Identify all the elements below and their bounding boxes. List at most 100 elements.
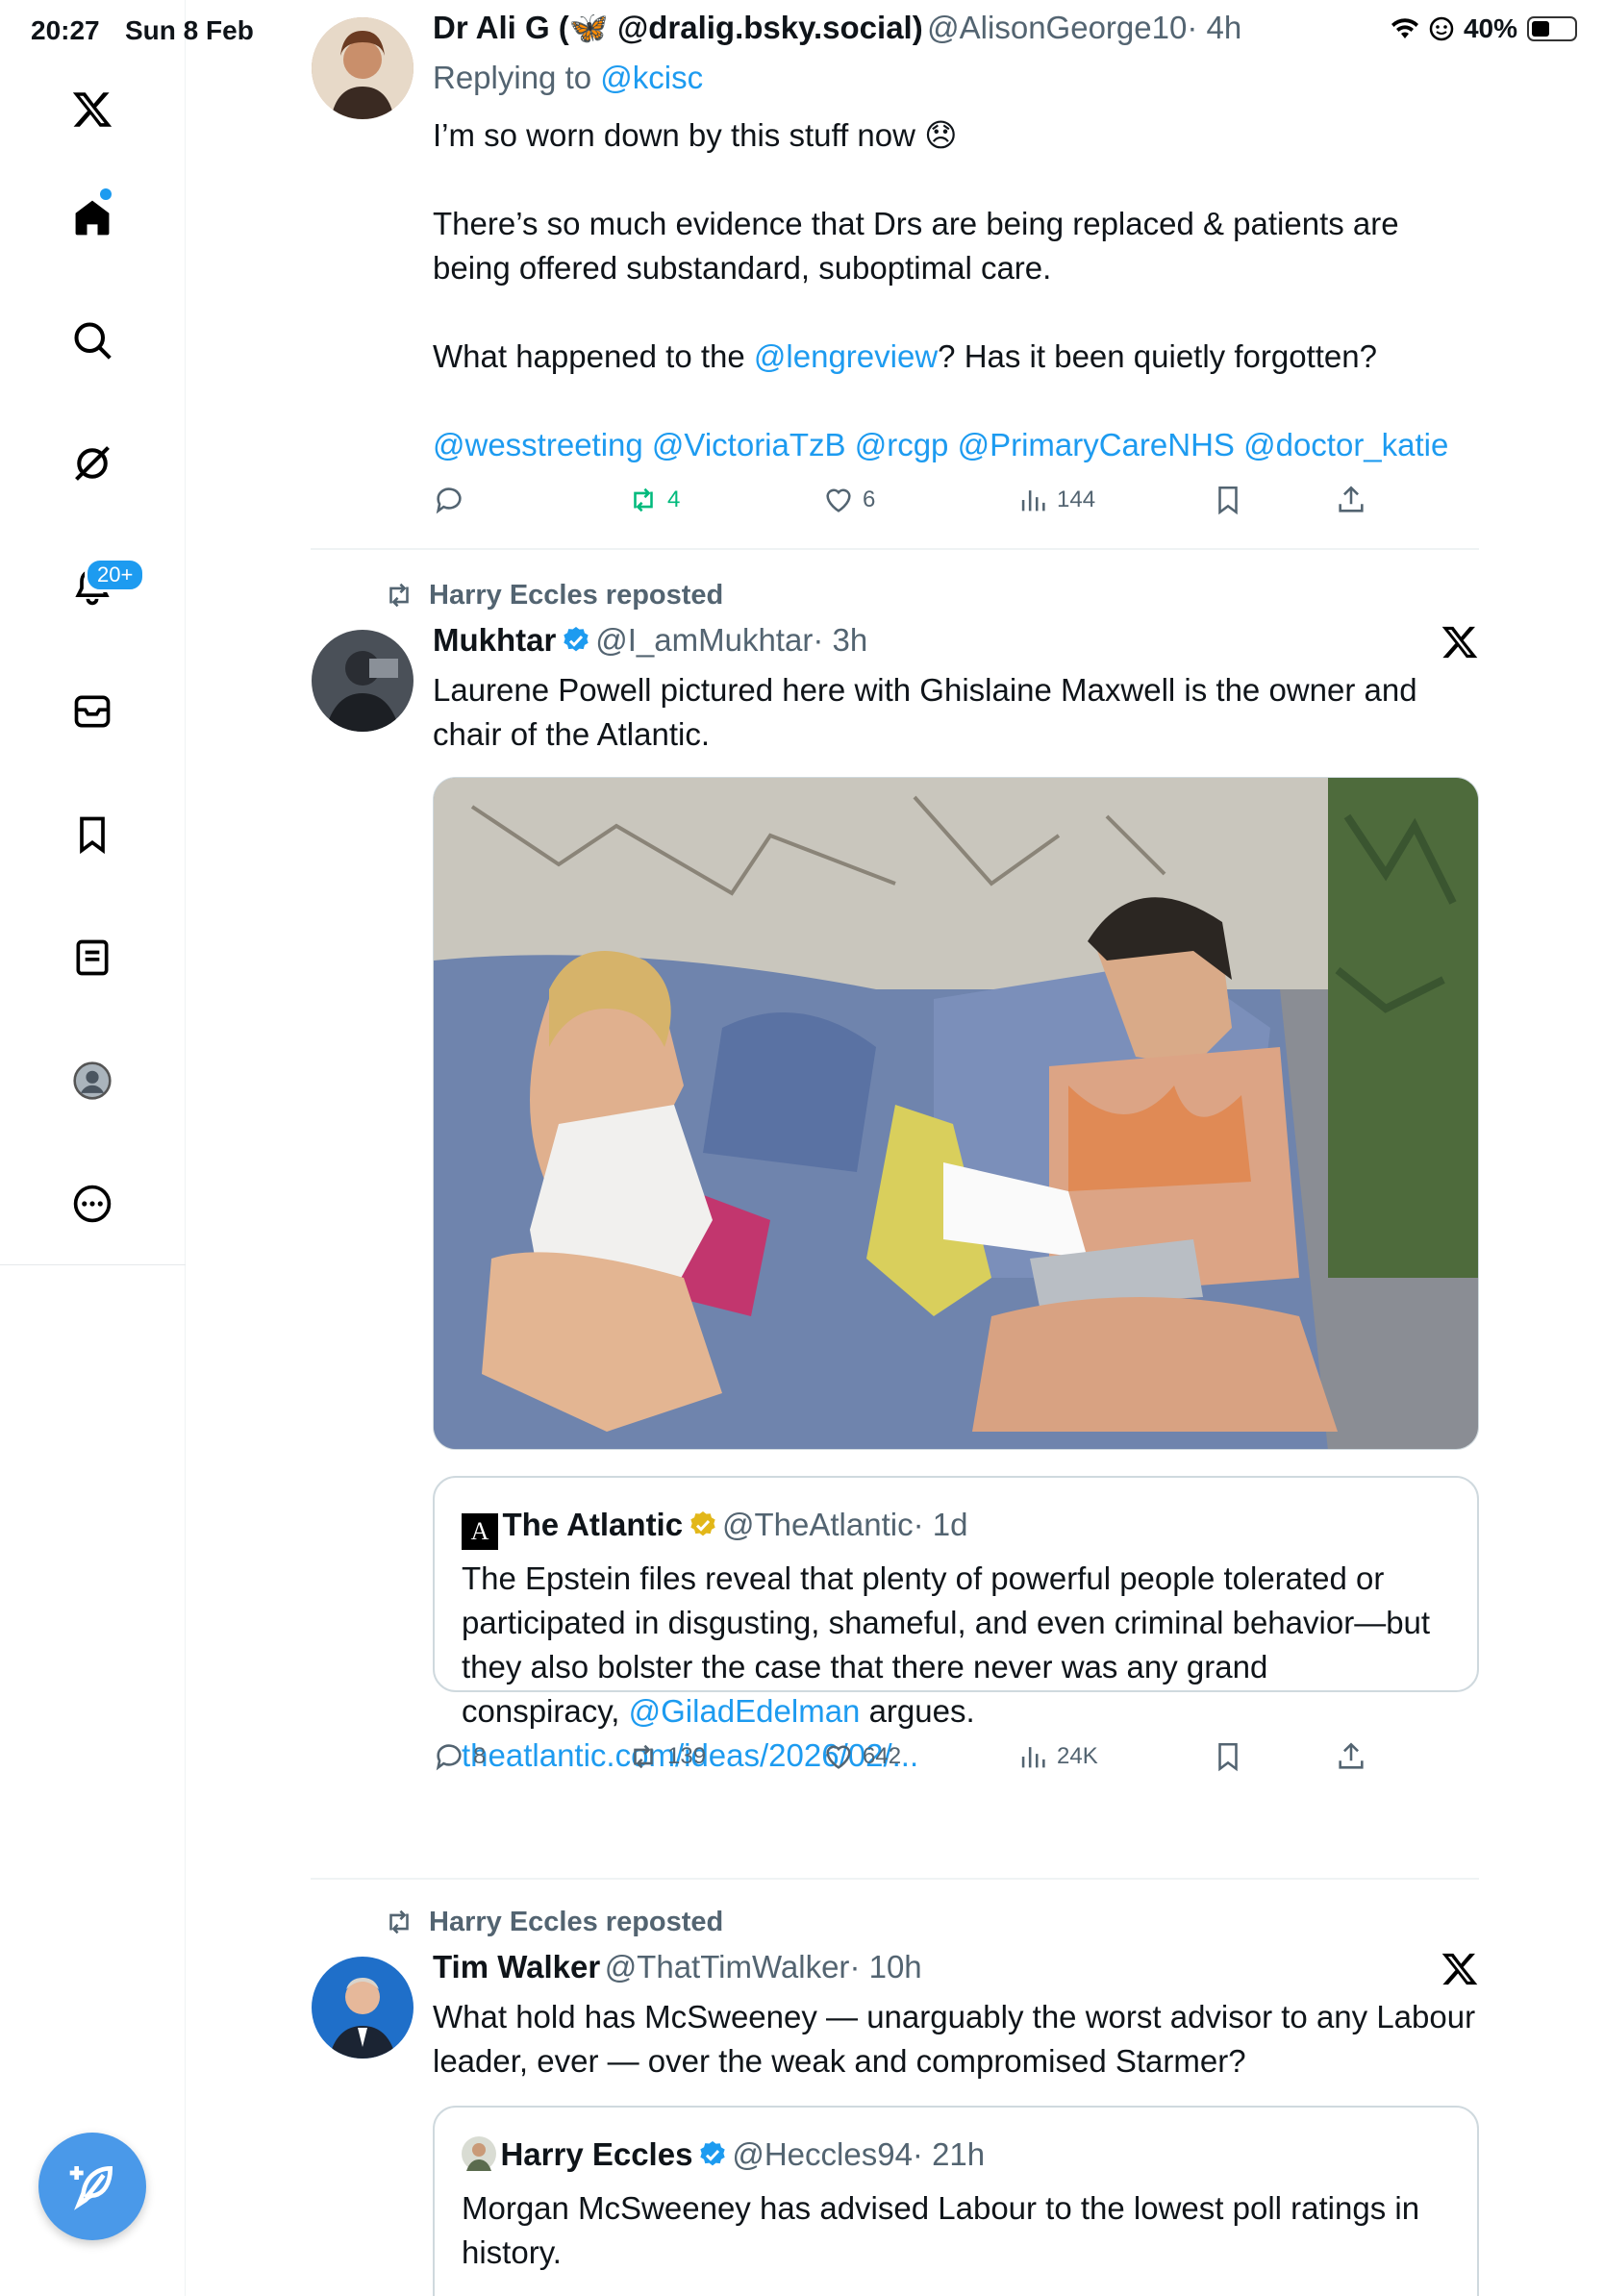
sidebar: 20+ bbox=[0, 0, 186, 2296]
x-source-icon bbox=[1441, 1953, 1478, 1985]
quoted-tweet-header: Harry Eccles @Heccles94· 21h bbox=[462, 2136, 985, 2173]
tweet-paragraph: There’s so much evidence that Drs are be… bbox=[433, 206, 1399, 286]
share-icon bbox=[1339, 1742, 1364, 1769]
quoted-author-handle[interactable]: @Heccles94 bbox=[732, 2136, 913, 2172]
quoted-tweet-time: · 1d bbox=[913, 1507, 968, 1542]
battery-icon bbox=[1527, 16, 1577, 41]
tweet-actions: 8 139 642 24K bbox=[433, 1742, 1364, 1860]
repost-icon bbox=[389, 583, 409, 608]
quoted-tweet-body: Morgan McSweeney has advised Labour to t… bbox=[462, 2190, 1420, 2270]
repost-icon bbox=[389, 1909, 409, 1934]
profile-avatar-icon[interactable] bbox=[58, 1046, 127, 1115]
like-count: 6 bbox=[863, 487, 876, 512]
wifi-icon bbox=[1391, 18, 1418, 38]
verified-badge-icon bbox=[564, 627, 589, 652]
author-handle[interactable]: @I_amMukhtar bbox=[595, 622, 813, 658]
reply-button[interactable] bbox=[433, 484, 465, 516]
tweet-paragraph: What happened to the @lengreview? Has it… bbox=[433, 335, 1479, 379]
view-count: 144 bbox=[1057, 487, 1096, 512]
tweet-header: Tim Walker @ThatTimWalker· 10h bbox=[433, 1949, 922, 1985]
tweet-actions: 4 6 144 bbox=[433, 484, 1364, 522]
tweet[interactable]: Harry Eccles reposted Mukhtar @I_amMukht… bbox=[311, 553, 1479, 1880]
repost-indicator[interactable]: Harry Eccles reposted bbox=[383, 579, 723, 611]
messages-icon[interactable] bbox=[58, 677, 127, 746]
photo-content bbox=[434, 778, 1478, 1449]
views-button[interactable]: 24K bbox=[1016, 1740, 1098, 1773]
repost-icon bbox=[634, 487, 653, 512]
tweet-paragraph: I’m so worn down by this stuff now 😞 bbox=[433, 117, 958, 153]
mentions-list[interactable]: @wesstreeting @VictoriaTzB @rcgp @Primar… bbox=[433, 423, 1479, 467]
repost-indicator[interactable]: Harry Eccles reposted bbox=[383, 1906, 723, 1938]
share-button[interactable] bbox=[1335, 1740, 1367, 1773]
like-button[interactable]: 642 bbox=[822, 1740, 901, 1773]
views-chart-icon bbox=[1021, 490, 1045, 512]
tweet[interactable]: Dr Ali G (🦋 @dralig.bsky.social) @Alison… bbox=[311, 0, 1479, 553]
search-icon[interactable] bbox=[58, 306, 127, 375]
mention-link[interactable]: @GiladEdelman bbox=[629, 1693, 861, 1729]
heart-icon bbox=[826, 1745, 851, 1769]
author-avatar[interactable] bbox=[312, 630, 414, 732]
repost-label: Harry Eccles reposted bbox=[429, 1906, 724, 1937]
like-button[interactable]: 6 bbox=[822, 484, 875, 516]
grok-icon[interactable] bbox=[58, 429, 127, 498]
more-options-icon[interactable] bbox=[58, 1169, 127, 1238]
bookmark-button[interactable] bbox=[1212, 484, 1244, 516]
reply-button[interactable]: 8 bbox=[433, 1740, 486, 1773]
compose-post-button[interactable] bbox=[38, 2133, 146, 2240]
repost-count: 4 bbox=[667, 487, 681, 512]
author-name[interactable]: Mukhtar bbox=[433, 622, 556, 658]
tweet-text-fragment: What happened to the bbox=[433, 338, 745, 374]
author-avatar[interactable] bbox=[312, 1957, 414, 2059]
reply-icon bbox=[436, 487, 462, 514]
share-icon bbox=[1339, 486, 1364, 512]
quoted-tweet-body: The Epstein files reveal that plenty of … bbox=[462, 1557, 1433, 1778]
bookmark-icon bbox=[1218, 1742, 1238, 1772]
tweet-time[interactable]: · 3h bbox=[813, 622, 867, 658]
share-button[interactable] bbox=[1335, 484, 1367, 516]
feather-plus-icon bbox=[69, 2165, 113, 2210]
views-button[interactable]: 144 bbox=[1016, 484, 1095, 516]
quoted-author-avatar bbox=[462, 2136, 496, 2171]
bookmark-icon bbox=[1218, 486, 1238, 515]
tweet[interactable]: Harry Eccles reposted Tim Walker @ThatTi… bbox=[311, 1880, 1479, 2296]
status-bar: 20:27 Sun 8 Feb 40% bbox=[0, 0, 1604, 58]
quoted-tweet[interactable]: Harry Eccles @Heccles94· 21h Morgan McSw… bbox=[433, 2106, 1479, 2296]
quoted-author-name[interactable]: The Atlantic bbox=[502, 1507, 683, 1542]
tweet-time[interactable]: · 10h bbox=[849, 1949, 921, 1984]
mention-link[interactable]: @lengreview bbox=[754, 338, 938, 374]
repost-button[interactable]: 139 bbox=[627, 1740, 706, 1773]
view-count: 24K bbox=[1057, 1743, 1098, 1769]
notifications-badge: 20+ bbox=[85, 558, 146, 592]
tweet-header: Mukhtar @I_amMukhtar· 3h bbox=[433, 622, 867, 659]
like-count: 642 bbox=[863, 1743, 902, 1769]
reply-count: 8 bbox=[473, 1743, 487, 1769]
tweet-photo[interactable] bbox=[433, 777, 1479, 1450]
reply-icon bbox=[436, 1744, 462, 1771]
quoted-tweet[interactable]: A The Atlantic @TheAtlantic· 1d The Epst… bbox=[433, 1476, 1479, 1773]
repost-icon bbox=[634, 1744, 653, 1769]
author-name[interactable]: Tim Walker bbox=[433, 1949, 600, 1984]
x-logo-icon[interactable] bbox=[58, 75, 127, 144]
author-handle[interactable]: @ThatTimWalker bbox=[605, 1949, 850, 1984]
quoted-author-handle[interactable]: @TheAtlantic bbox=[722, 1507, 914, 1542]
views-chart-icon bbox=[1021, 1747, 1045, 1768]
tweet-body: What hold has McSweeney — unarguably the… bbox=[433, 1999, 1476, 2079]
lists-icon[interactable] bbox=[58, 923, 127, 992]
gold-verified-badge-icon bbox=[689, 1511, 715, 1536]
quoted-author-name[interactable]: Harry Eccles bbox=[500, 2136, 692, 2172]
tweet-body: Laurene Powell pictured here with Ghisla… bbox=[433, 672, 1417, 752]
bookmark-button[interactable] bbox=[1212, 1740, 1244, 1773]
replying-to-label: Replying to bbox=[433, 60, 592, 95]
home-icon[interactable] bbox=[58, 183, 127, 252]
tweet-body: I’m so worn down by this stuff now 😞 The… bbox=[433, 113, 1479, 467]
replying-to: Replying to @kcisc bbox=[433, 56, 703, 100]
battery-percent: 40% bbox=[1463, 13, 1517, 43]
repost-button[interactable]: 4 bbox=[627, 484, 680, 516]
quoted-tweet-header: A The Atlantic @TheAtlantic· 1d bbox=[462, 1507, 967, 1550]
focus-mode-icon bbox=[1429, 16, 1454, 41]
status-time: 20:27 bbox=[31, 15, 100, 45]
bookmarks-icon[interactable] bbox=[58, 800, 127, 869]
repost-label: Harry Eccles reposted bbox=[429, 579, 724, 611]
sidebar-divider bbox=[0, 1264, 186, 1265]
replying-to-link[interactable]: @kcisc bbox=[600, 60, 703, 95]
